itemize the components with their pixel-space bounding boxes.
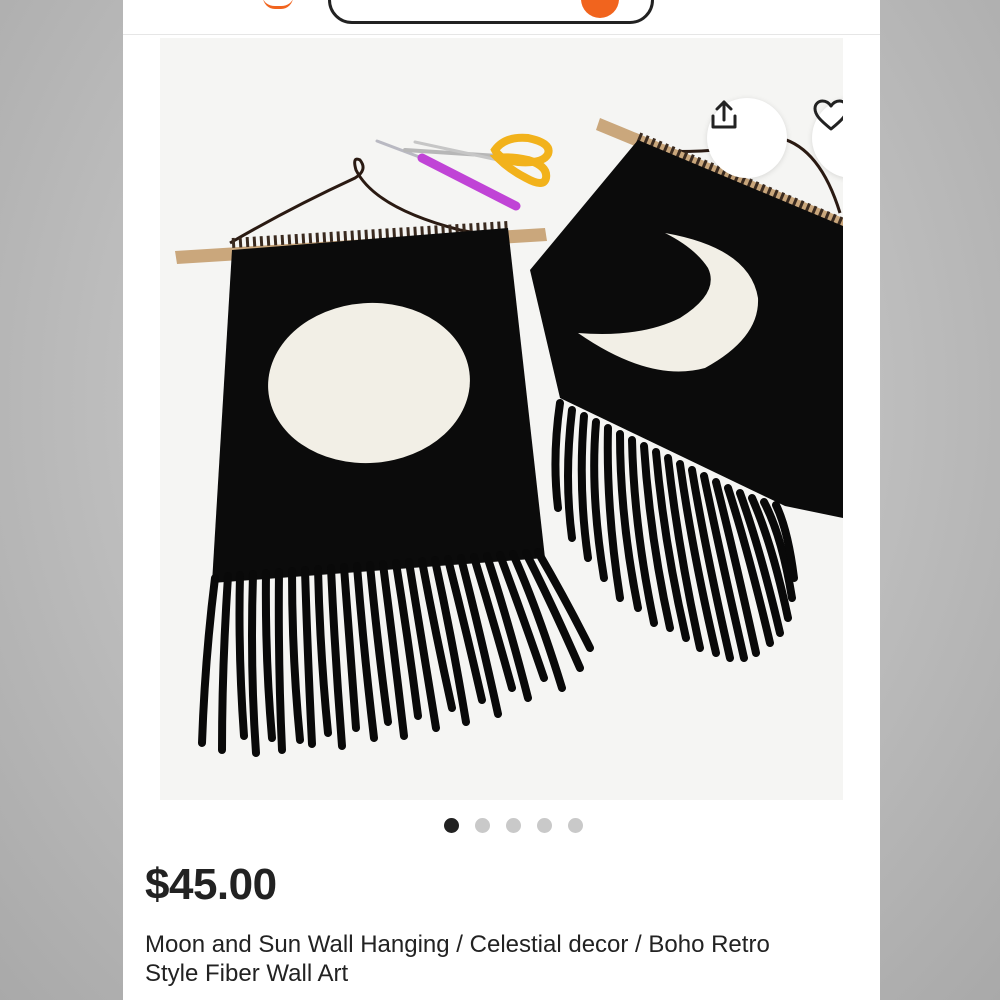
carousel-dot-1[interactable] [443, 818, 459, 833]
etsy-logo[interactable] [263, 0, 293, 9]
carousel-dot-5[interactable] [567, 818, 583, 833]
carousel-dot-3[interactable] [505, 818, 521, 833]
listing-price: $45.00 [145, 860, 277, 909]
image-carousel-dots [123, 818, 880, 834]
header-bar [123, 0, 880, 35]
carousel-dot-4[interactable] [536, 818, 552, 833]
listing-page: $45.00 Moon and Sun Wall Hanging / Celes… [123, 0, 880, 1000]
carousel-dot-2[interactable] [474, 818, 490, 833]
share-button[interactable] [707, 98, 787, 178]
listing-photo[interactable] [160, 38, 843, 800]
listing-title: Moon and Sun Wall Hanging / Celestial de… [145, 931, 770, 987]
